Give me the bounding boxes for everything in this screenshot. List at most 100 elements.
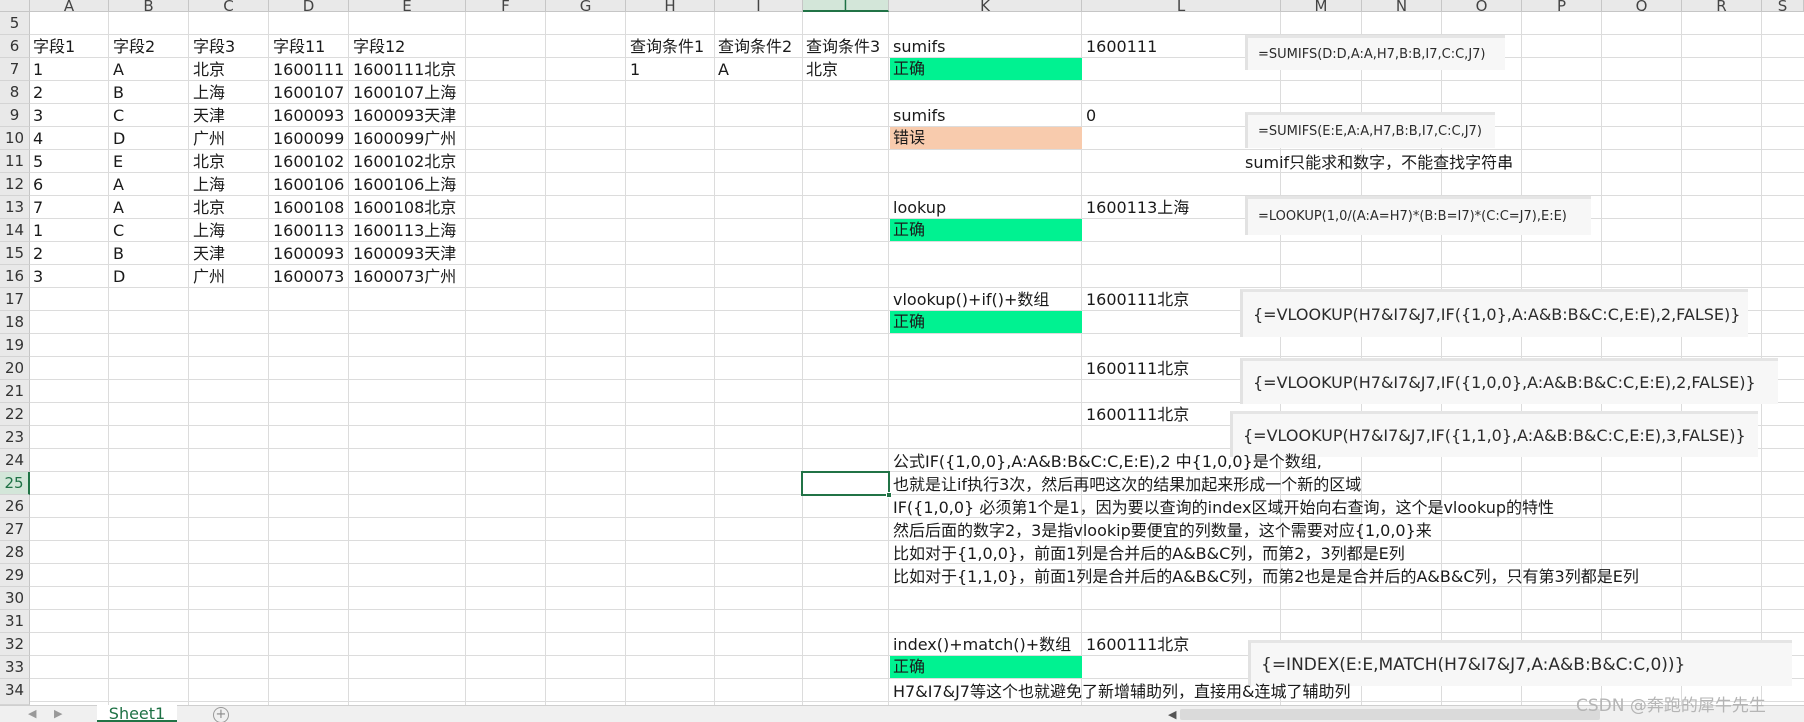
method-result[interactable]: 1600111北京: [1086, 404, 1189, 426]
prev-sheet-icon[interactable]: ◀: [28, 708, 42, 720]
table-cell[interactable]: 1600106上海: [353, 174, 456, 196]
table-cell[interactable]: 1600111北京: [353, 59, 456, 81]
table-cell[interactable]: B: [113, 82, 124, 104]
table-cell[interactable]: 2: [33, 82, 43, 104]
table-cell[interactable]: 1600099: [273, 128, 344, 150]
method-label[interactable]: lookup: [893, 197, 946, 219]
row-header[interactable]: 15: [0, 242, 30, 265]
table-cell[interactable]: A: [113, 174, 124, 196]
horizontal-scrollbar[interactable]: [1180, 709, 1600, 720]
table-cell[interactable]: A: [113, 197, 124, 219]
query-header[interactable]: 查询条件3: [806, 36, 880, 58]
method-label[interactable]: vlookup()+if()+数组: [893, 289, 1049, 311]
status-badge-correct[interactable]: 正确: [890, 311, 1082, 333]
table-cell[interactable]: 1600093: [273, 105, 344, 127]
table-cell[interactable]: 1600093天津: [353, 105, 456, 127]
table-cell[interactable]: D: [113, 266, 125, 288]
table-cell[interactable]: 上海: [193, 82, 225, 104]
row-header[interactable]: 26: [0, 495, 30, 518]
query-header[interactable]: 查询条件2: [718, 36, 792, 58]
col-header-k[interactable]: K: [889, 0, 1082, 12]
table-cell[interactable]: 1600073: [273, 266, 344, 288]
table-cell[interactable]: 北京: [193, 151, 225, 173]
add-sheet-icon[interactable]: +: [213, 707, 229, 722]
explanation-line[interactable]: 公式IF({1,0,0},A:A&B:B&C:C,E:E),2 中{1,0,0}…: [893, 450, 1322, 473]
table-cell[interactable]: 3: [33, 266, 43, 288]
selected-cell[interactable]: [801, 471, 890, 496]
row-header[interactable]: 13: [0, 196, 30, 219]
table-cell[interactable]: 天津: [193, 105, 225, 127]
table-cell[interactable]: 1600113上海: [353, 220, 456, 242]
table-cell[interactable]: 7: [33, 197, 43, 219]
fill-handle[interactable]: [886, 492, 892, 498]
table-cell[interactable]: 1600102: [273, 151, 344, 173]
table-cell[interactable]: C: [113, 105, 124, 127]
row-header[interactable]: 16: [0, 265, 30, 288]
col-header-f[interactable]: F: [466, 0, 546, 12]
row-header[interactable]: 9: [0, 104, 30, 127]
row-header[interactable]: 18: [0, 311, 30, 334]
explanation-line[interactable]: 然后后面的数字2，3是指vlookip要便宜的列数量，这个需要对应{1,0,0}…: [893, 519, 1432, 542]
header-cell[interactable]: 字段3: [193, 36, 235, 58]
col-header-a[interactable]: A: [30, 0, 109, 12]
row-header[interactable]: 24: [0, 449, 30, 472]
table-cell[interactable]: 广州: [193, 266, 225, 288]
query-value[interactable]: 1: [630, 59, 640, 81]
row-header[interactable]: 7: [0, 58, 30, 81]
row-header[interactable]: 11: [0, 150, 30, 173]
row-header[interactable]: 31: [0, 610, 30, 633]
query-header[interactable]: 查询条件1: [630, 36, 704, 58]
explanation-line[interactable]: 比如对于{1,1,0}，前面1列是合并后的A&B&C列，而第2也是是合并后的A&…: [893, 565, 1639, 588]
method-result[interactable]: 1600113上海: [1086, 197, 1189, 219]
col-header-r[interactable]: R: [1682, 0, 1762, 12]
status-badge-correct[interactable]: 正确: [890, 58, 1082, 80]
row-header[interactable]: 32: [0, 633, 30, 656]
next-sheet-icon[interactable]: ▶: [54, 708, 68, 720]
table-cell[interactable]: 1600093天津: [353, 243, 456, 265]
table-cell[interactable]: 1600099广州: [353, 128, 456, 150]
table-cell[interactable]: 上海: [193, 220, 225, 242]
header-cell[interactable]: 字段12: [353, 36, 405, 58]
header-cell[interactable]: 字段11: [273, 36, 325, 58]
table-cell[interactable]: 1600108北京: [353, 197, 456, 219]
method-result[interactable]: 1600111北京: [1086, 289, 1189, 311]
table-cell[interactable]: 4: [33, 128, 43, 150]
table-cell[interactable]: A: [113, 59, 124, 81]
status-badge-error[interactable]: 错误: [890, 127, 1082, 149]
row-header[interactable]: 33: [0, 656, 30, 679]
col-header-d[interactable]: D: [269, 0, 349, 12]
col-header-p[interactable]: P: [1522, 0, 1602, 12]
explanation-line[interactable]: IF({1,0,0} 必须第1个是1，因为要以查询的index区域开始向右查询，…: [893, 496, 1554, 519]
col-header-c[interactable]: C: [189, 0, 269, 12]
col-header-s[interactable]: S: [1762, 0, 1804, 12]
table-cell[interactable]: 6: [33, 174, 43, 196]
table-cell[interactable]: 上海: [193, 174, 225, 196]
col-header-l[interactable]: L: [1082, 0, 1281, 12]
col-header-m[interactable]: M: [1281, 0, 1362, 12]
table-cell[interactable]: 1600108: [273, 197, 344, 219]
row-header[interactable]: 21: [0, 380, 30, 403]
row-header[interactable]: 19: [0, 334, 30, 357]
table-cell[interactable]: 1600107上海: [353, 82, 456, 104]
col-header-e[interactable]: E: [349, 0, 466, 12]
table-cell[interactable]: 2: [33, 243, 43, 265]
col-header-o[interactable]: O: [1442, 0, 1522, 12]
scroll-left-icon[interactable]: ◀: [1168, 708, 1176, 721]
header-cell[interactable]: 字段1: [33, 36, 75, 58]
table-cell[interactable]: 北京: [193, 59, 225, 81]
row-header[interactable]: 22: [0, 403, 30, 426]
row-header[interactable]: 20: [0, 357, 30, 380]
row-header[interactable]: 34: [0, 679, 30, 705]
table-cell[interactable]: 3: [33, 105, 43, 127]
row-header[interactable]: 27: [0, 518, 30, 541]
table-cell[interactable]: 1: [33, 220, 43, 242]
row-header[interactable]: 10: [0, 127, 30, 150]
row-header[interactable]: 8: [0, 81, 30, 104]
table-cell[interactable]: 1600093: [273, 243, 344, 265]
row-header[interactable]: 29: [0, 564, 30, 587]
table-cell[interactable]: 1600107: [273, 82, 344, 104]
table-cell[interactable]: C: [113, 220, 124, 242]
method-result[interactable]: 1600111北京: [1086, 634, 1189, 656]
status-badge-correct[interactable]: 正确: [890, 219, 1082, 241]
col-header-i[interactable]: I: [715, 0, 803, 12]
